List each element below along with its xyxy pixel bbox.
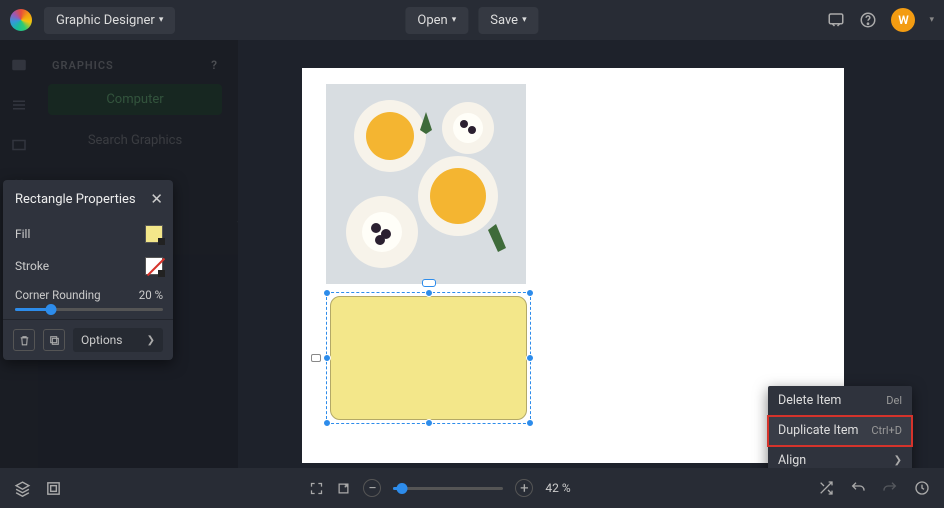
feedback-icon[interactable]	[827, 11, 845, 29]
save-label: Save	[490, 13, 518, 28]
rail-image-icon[interactable]	[10, 56, 28, 74]
resize-handle-bl[interactable]	[323, 419, 331, 427]
app-logo-icon[interactable]	[10, 9, 32, 31]
avatar-letter: W	[898, 13, 909, 27]
rail-rect-icon[interactable]	[10, 136, 28, 154]
stroke-label: Stroke	[15, 259, 49, 273]
resize-handle-bm[interactable]	[425, 419, 433, 427]
selected-rectangle[interactable]	[326, 292, 531, 424]
redo-icon[interactable]	[882, 480, 898, 496]
open-label: Open	[417, 13, 447, 28]
fit-screen-icon[interactable]	[309, 481, 324, 496]
layers-icon[interactable]	[14, 480, 31, 497]
resize-handle-tl[interactable]	[323, 289, 331, 297]
chevron-right-icon: ❯	[894, 455, 902, 466]
canvas-area[interactable]: Delete Item Del Duplicate Item Ctrl+D Al…	[238, 40, 944, 468]
zoom-value: 42 %	[545, 481, 570, 495]
chevron-down-icon: ▾	[522, 15, 527, 25]
user-avatar[interactable]: W	[891, 8, 915, 32]
ctx-item-label: Duplicate Item	[778, 423, 858, 438]
resize-handle-mr[interactable]	[526, 354, 534, 362]
ctx-align-item[interactable]: Align ❯	[768, 446, 912, 468]
save-button[interactable]: Save ▾	[478, 7, 538, 34]
actual-size-icon[interactable]	[336, 481, 351, 496]
zoom-out-button[interactable]: −	[363, 479, 381, 497]
zoom-in-button[interactable]: +	[515, 479, 533, 497]
slider-thumb[interactable]	[45, 304, 56, 315]
resize-handle-ml[interactable]	[323, 354, 331, 362]
duplicate-button[interactable]	[43, 329, 65, 351]
rotate-handle[interactable]	[422, 279, 436, 287]
options-label: Options	[81, 333, 123, 347]
slider-thumb[interactable]	[397, 483, 408, 494]
help-icon[interactable]	[859, 11, 877, 29]
ctx-item-label: Align	[778, 453, 806, 468]
ctx-delete-item[interactable]: Delete Item Del	[768, 386, 912, 416]
ctx-item-label: Delete Item	[778, 393, 841, 408]
chevron-right-icon: ❯	[147, 335, 155, 346]
bottom-bar: − + 42 %	[0, 468, 944, 508]
corner-rounding-value: 20 %	[139, 288, 163, 302]
search-graphics-input[interactable]: Search Graphics	[46, 127, 224, 166]
stroke-swatch[interactable]	[145, 257, 163, 275]
link-handle[interactable]	[311, 354, 321, 362]
fill-label: Fill	[15, 227, 30, 241]
sidebar-heading: GRAPHICS	[52, 59, 114, 72]
rail-lines-icon[interactable]	[10, 96, 28, 114]
top-bar: Graphic Designer ▾ Open ▾ Save ▾ W ▾	[0, 0, 944, 40]
history-icon[interactable]	[914, 480, 930, 496]
properties-panel: Rectangle Properties ✕ Fill Stroke Corne…	[3, 180, 173, 360]
sidebar-help-icon[interactable]: ?	[211, 58, 218, 72]
corner-rounding-label: Corner Rounding	[15, 288, 101, 302]
open-button[interactable]: Open ▾	[405, 7, 468, 34]
close-icon[interactable]: ✕	[150, 190, 163, 208]
chevron-down-icon: ▾	[159, 15, 164, 25]
app-title-label: Graphic Designer	[56, 13, 155, 28]
resize-handle-tr[interactable]	[526, 289, 534, 297]
import-computer-button[interactable]: Computer	[48, 84, 222, 115]
undo-icon[interactable]	[850, 480, 866, 496]
ctx-duplicate-item[interactable]: Duplicate Item Ctrl+D	[768, 416, 912, 446]
shuffle-icon[interactable]	[818, 480, 834, 496]
ctx-item-shortcut: Ctrl+D	[871, 424, 902, 437]
options-button[interactable]: Options ❯	[73, 328, 163, 352]
zoom-slider[interactable]	[393, 487, 503, 490]
fill-swatch[interactable]	[145, 225, 163, 243]
properties-title: Rectangle Properties	[15, 192, 136, 207]
resize-handle-tm[interactable]	[425, 289, 433, 297]
chevron-down-icon: ▾	[452, 15, 457, 25]
rectangle-shape[interactable]	[330, 296, 527, 420]
app-title-dropdown[interactable]: Graphic Designer ▾	[44, 7, 175, 34]
import-computer-label: Computer	[106, 92, 163, 107]
chevron-down-icon[interactable]: ▾	[929, 15, 934, 25]
corner-rounding-slider[interactable]	[15, 308, 163, 311]
search-placeholder: Search Graphics	[88, 133, 182, 148]
resize-handle-br[interactable]	[526, 419, 534, 427]
canvas-image[interactable]	[326, 84, 526, 284]
context-menu: Delete Item Del Duplicate Item Ctrl+D Al…	[768, 386, 912, 468]
artboard-icon[interactable]	[45, 480, 62, 497]
delete-button[interactable]	[13, 329, 35, 351]
ctx-item-shortcut: Del	[886, 394, 902, 407]
